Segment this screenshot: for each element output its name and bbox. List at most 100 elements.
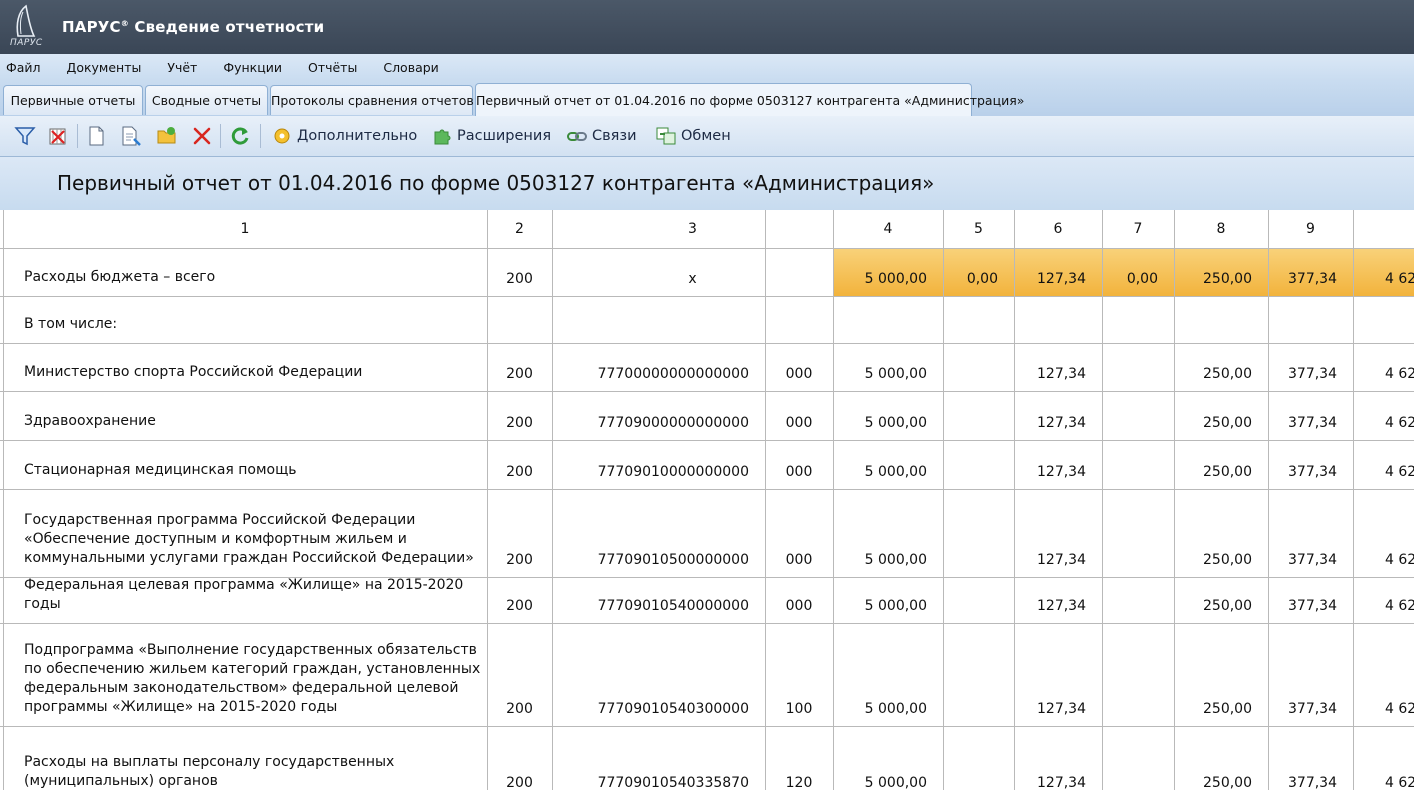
delete-icon[interactable] [191,124,213,148]
row-value-col-9[interactable]: 377,34 [1268,440,1353,489]
row-value-col-10[interactable]: 4 622,66 [1353,726,1414,790]
row-value-col-9[interactable]: 377,34 [1268,248,1353,296]
row-value-col-4[interactable]: 5 000,00 [833,726,943,790]
tab-consolidated-reports[interactable]: Сводные отчеты [145,85,268,115]
row-value-col-7[interactable] [1102,343,1174,391]
row-value-col-5[interactable] [943,391,1014,440]
row-value-col-4[interactable]: 5 000,00 [833,440,943,489]
row-value-col-6[interactable]: 127,34 [1014,577,1102,623]
row-value-col-4[interactable] [833,296,943,343]
row-value-col-8[interactable]: 250,00 [1174,391,1268,440]
exchange-icon [656,127,676,145]
row-value-col-5[interactable] [943,343,1014,391]
column-header-2: 2 [515,221,524,237]
row-value-col-9[interactable]: 377,34 [1268,343,1353,391]
row-value-col-4[interactable]: 5 000,00 [833,248,943,296]
row-value-col-9[interactable]: 377,34 [1268,726,1353,790]
menu-functions[interactable]: Функции [223,60,282,75]
row-value-col-10[interactable]: 4 622,66 [1353,577,1414,623]
row-value-col-5[interactable] [943,726,1014,790]
row-value-col-8[interactable]: 250,00 [1174,440,1268,489]
row-value-col-6[interactable]: 127,34 [1014,248,1102,296]
tab-primary-reports[interactable]: Первичные отчеты [3,85,143,115]
row-value-col-6[interactable]: 127,34 [1014,391,1102,440]
row-value-col-7[interactable] [1102,391,1174,440]
row-value-col-4[interactable]: 5 000,00 [833,343,943,391]
chain-link-icon [567,132,587,141]
row-value-col-6[interactable]: 127,34 [1014,489,1102,577]
grid-column-line [1174,210,1175,790]
row-value-col-8[interactable] [1174,296,1268,343]
puzzle-icon [434,129,451,145]
open-folder-icon[interactable] [156,124,178,148]
row-value-col-6[interactable]: 127,34 [1014,726,1102,790]
row-value-col-8[interactable]: 250,00 [1174,343,1268,391]
row-value-col-7[interactable] [1102,623,1174,726]
row-value-col-10[interactable]: 4 622,66 [1353,623,1414,726]
row-value-col-7[interactable] [1102,726,1174,790]
additional-button[interactable]: Дополнительно [272,124,417,148]
row-value-col-6[interactable] [1014,296,1102,343]
menu-reports[interactable]: Отчёты [308,60,357,75]
row-value-col-4[interactable]: 5 000,00 [833,577,943,623]
row-value-col-7[interactable] [1102,489,1174,577]
row-value-col-7[interactable] [1102,296,1174,343]
row-value-col-7[interactable] [1102,440,1174,489]
column-header-3: 3 [688,221,697,237]
grid-column-line [487,210,488,790]
grid-column-line [833,210,834,790]
menu-dictionaries[interactable]: Словари [383,60,438,75]
extensions-button[interactable]: Расширения [432,124,551,148]
row-value-col-8[interactable]: 250,00 [1174,726,1268,790]
row-value-col-4[interactable]: 5 000,00 [833,489,943,577]
row-value-col-10[interactable]: 4 622,66 [1353,440,1414,489]
row-value-col-8[interactable]: 250,00 [1174,577,1268,623]
column-header-10: 10 [1353,210,1414,248]
row-value-col-10[interactable]: 4 622,66 [1353,343,1414,391]
menu-file[interactable]: Файл [6,60,41,75]
row-value-col-4[interactable]: 5 000,00 [833,391,943,440]
row-value-col-5[interactable]: 0,00 [943,248,1014,296]
row-value-col-10[interactable] [1353,296,1414,343]
edit-document-icon[interactable] [120,124,142,148]
row-value-col-10[interactable]: 4 622,66 [1353,248,1414,296]
row-line-code: 200 [506,598,533,614]
row-value-col-6[interactable]: 127,34 [1014,343,1102,391]
row-line-code: 200 [506,701,533,717]
row-value-col-5[interactable] [943,577,1014,623]
grid-row-line [0,577,1414,578]
row-value-col-10[interactable]: 4 622,66 [1353,489,1414,577]
new-document-icon[interactable] [86,124,106,148]
row-value-col-8[interactable]: 250,00 [1174,489,1268,577]
filter-icon[interactable] [14,124,36,148]
column-header-1: 1 [240,221,250,237]
row-value-col-9[interactable]: 377,34 [1268,391,1353,440]
clear-filter-icon[interactable] [47,124,69,148]
row-value-col-9[interactable]: 377,34 [1268,577,1353,623]
row-value-col-5[interactable] [943,296,1014,343]
row-value-col-6[interactable]: 127,34 [1014,623,1102,726]
row-value-col-5[interactable] [943,623,1014,726]
row-value-col-9[interactable]: 377,34 [1268,489,1353,577]
links-button[interactable]: Связи [567,124,637,148]
row-value-col-7[interactable] [1102,577,1174,623]
row-value-col-5[interactable] [943,440,1014,489]
row-value-col-7[interactable]: 0,00 [1102,248,1174,296]
row-value-col-6[interactable]: 127,34 [1014,440,1102,489]
menu-accounting[interactable]: Учёт [167,60,197,75]
row-budget-code: х [688,271,697,287]
row-value-col-8[interactable]: 250,00 [1174,248,1268,296]
row-value-col-9[interactable] [1268,296,1353,343]
row-value-col-9[interactable]: 377,34 [1268,623,1353,726]
row-value-col-8[interactable]: 250,00 [1174,623,1268,726]
menu-documents[interactable]: Документы [67,60,142,75]
exchange-button[interactable]: Обмен [656,124,731,148]
row-value-col-4[interactable]: 5 000,00 [833,623,943,726]
row-value-col-5[interactable] [943,489,1014,577]
tab-comparison-protocols[interactable]: Протоколы сравнения отчетов [270,85,474,115]
row-value-col-10[interactable]: 4 622,66 [1353,391,1414,440]
page-header: Первичный отчет от 01.04.2016 по форме 0… [0,157,1414,210]
refresh-icon[interactable] [229,124,251,148]
grid-column-line [765,306,766,790]
tab-current-report[interactable]: Первичный отчет от 01.04.2016 по форме 0… [475,83,1024,116]
